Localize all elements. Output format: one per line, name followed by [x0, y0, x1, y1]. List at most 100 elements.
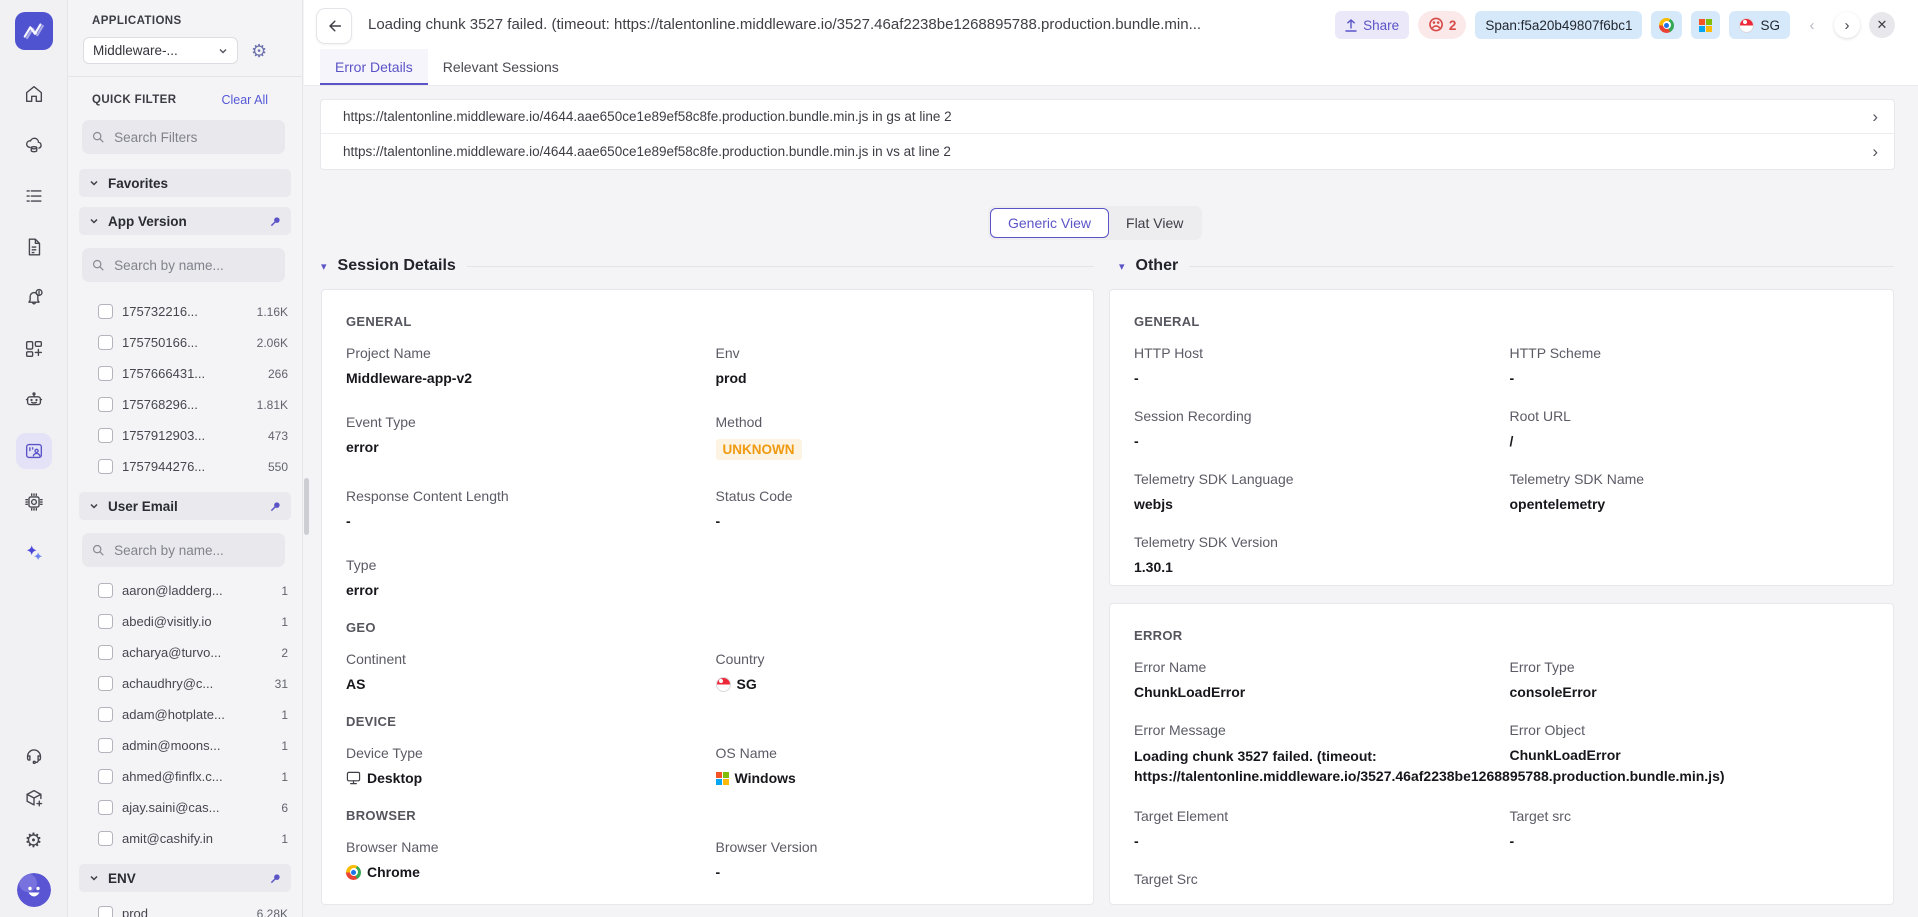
filter-search-input[interactable] [112, 129, 275, 146]
checkbox[interactable] [98, 397, 113, 412]
checkbox[interactable] [98, 738, 113, 753]
application-selector[interactable]: Middleware-... [83, 37, 238, 64]
os-windows-badge[interactable] [1691, 11, 1720, 39]
list-item[interactable]: 175732216...1.16K [68, 296, 302, 327]
dashboards-icon[interactable] [23, 338, 45, 360]
flat-view-button[interactable]: Flat View [1109, 208, 1200, 238]
field-continent: ContinentAS [346, 651, 700, 692]
checkbox[interactable] [98, 428, 113, 443]
chevron-down-icon [89, 501, 99, 511]
checkbox[interactable] [98, 800, 113, 815]
close-icon[interactable]: ✕ [1869, 12, 1895, 38]
clear-all-button[interactable]: Clear All [221, 93, 268, 107]
list-item[interactable]: admin@moons...1 [68, 730, 302, 761]
count-badge: 550 [268, 460, 288, 474]
share-button[interactable]: Share [1335, 11, 1409, 39]
count-badge: 266 [268, 367, 288, 381]
checkbox[interactable] [98, 769, 113, 784]
collapse-triangle-icon[interactable]: ▾ [1119, 260, 1125, 273]
list-item[interactable]: 175768296...1.81K [68, 389, 302, 420]
settings-gear-icon[interactable]: ⚙ [23, 830, 45, 852]
pin-icon[interactable] [270, 873, 281, 884]
search-icon [92, 258, 104, 272]
stack-frame-list: https://talentonline.middleware.io/4644.… [320, 99, 1895, 170]
count-badge: 1.81K [257, 398, 288, 412]
previous-button[interactable]: ‹ [1799, 12, 1825, 38]
field-root-url: Root URL/ [1510, 408, 1870, 449]
list-item[interactable]: amit@cashify.in1 [68, 823, 302, 854]
rum-icon[interactable] [16, 433, 52, 469]
chevron-down-icon [89, 216, 99, 226]
middleware-logo-icon[interactable] [15, 12, 53, 50]
infrastructure-icon[interactable] [23, 134, 45, 156]
checkbox[interactable] [98, 335, 113, 350]
browser-chrome-badge[interactable] [1651, 11, 1682, 39]
checkbox[interactable] [98, 614, 113, 629]
filter-search[interactable] [82, 120, 285, 154]
generic-view-button[interactable]: Generic View [990, 208, 1109, 238]
list-item[interactable]: abedi@visitly.io1 [68, 606, 302, 637]
ai-assist-icon[interactable] [23, 542, 45, 564]
checkbox[interactable] [98, 304, 113, 319]
pin-icon[interactable] [270, 501, 281, 512]
chevron-right-icon: › [1872, 108, 1878, 125]
assistant-bot-icon[interactable] [23, 389, 45, 411]
logs-icon[interactable] [23, 185, 45, 207]
scrollbar-thumb[interactable] [304, 478, 309, 535]
section-app-version[interactable]: App Version [79, 207, 291, 235]
collapse-triangle-icon[interactable]: ▾ [321, 260, 327, 273]
app-version-list: 175732216...1.16K 175750166...2.06K 1757… [68, 296, 302, 482]
field-session-recording: Session Recording- [1134, 408, 1494, 449]
list-item[interactable]: 1757666431...266 [68, 358, 302, 389]
user-email-search[interactable] [82, 533, 285, 567]
checkbox[interactable] [98, 676, 113, 691]
group-device: DEVICE Device TypeDesktop OS NameWindows [346, 714, 1069, 786]
processes-chip-icon[interactable] [23, 491, 45, 513]
app-version-search-input[interactable] [112, 257, 275, 274]
checkbox[interactable] [98, 583, 113, 598]
pin-icon[interactable] [270, 216, 281, 227]
app-version-search[interactable] [82, 248, 285, 282]
reports-icon[interactable] [23, 236, 45, 258]
span-badge[interactable]: Span:f5a20b49807f6bc1 [1475, 11, 1642, 39]
checkbox[interactable] [98, 645, 113, 660]
field-telemetry-sdk-name: Telemetry SDK Nameopentelemetry [1510, 471, 1870, 512]
section-favorites[interactable]: Favorites [79, 169, 291, 197]
list-item[interactable]: 1757944276...550 [68, 451, 302, 482]
home-icon[interactable] [23, 83, 45, 105]
list-item[interactable]: adam@hotplate...1 [68, 699, 302, 730]
rail-bottom-icons: ⚙ [17, 744, 51, 907]
alerts-icon[interactable] [23, 287, 45, 309]
section-env[interactable]: ENV [79, 864, 291, 892]
stack-frame-row[interactable]: https://talentonline.middleware.io/4644.… [321, 133, 1894, 169]
application-settings-gear-icon[interactable]: ⚙ [251, 42, 267, 60]
list-item[interactable]: aaron@ladderg...1 [68, 575, 302, 606]
checkbox[interactable] [98, 831, 113, 846]
stack-frame-row[interactable]: https://talentonline.middleware.io/4644.… [321, 100, 1894, 133]
field-os-name: OS NameWindows [716, 745, 1070, 786]
user-avatar[interactable] [17, 873, 51, 907]
tab-relevant-sessions[interactable]: Relevant Sessions [428, 49, 574, 85]
list-item[interactable]: 1757912903...473 [68, 420, 302, 451]
frustration-count-badge[interactable]: ☹ 2 [1418, 11, 1466, 39]
list-item[interactable]: 175750166...2.06K [68, 327, 302, 358]
user-email-search-input[interactable] [112, 542, 275, 559]
list-item[interactable]: prod6.28K [68, 898, 302, 917]
integrations-box-icon[interactable] [23, 787, 45, 809]
support-headset-icon[interactable] [23, 744, 45, 766]
share-icon [1345, 19, 1357, 32]
list-item[interactable]: achaudhry@c...31 [68, 668, 302, 699]
section-user-email[interactable]: User Email [79, 492, 291, 520]
checkbox[interactable] [98, 707, 113, 722]
back-button[interactable] [316, 8, 352, 44]
list-item[interactable]: ahmed@finflx.c...1 [68, 761, 302, 792]
list-item[interactable]: acharya@turvo...2 [68, 637, 302, 668]
checkbox[interactable] [98, 459, 113, 474]
tab-error-details[interactable]: Error Details [320, 49, 428, 85]
next-button[interactable]: › [1834, 12, 1860, 38]
checkbox[interactable] [98, 906, 113, 917]
singapore-flag-icon [716, 677, 731, 692]
country-badge[interactable]: SG [1729, 11, 1790, 39]
list-item[interactable]: ajay.saini@cas...6 [68, 792, 302, 823]
checkbox[interactable] [98, 366, 113, 381]
